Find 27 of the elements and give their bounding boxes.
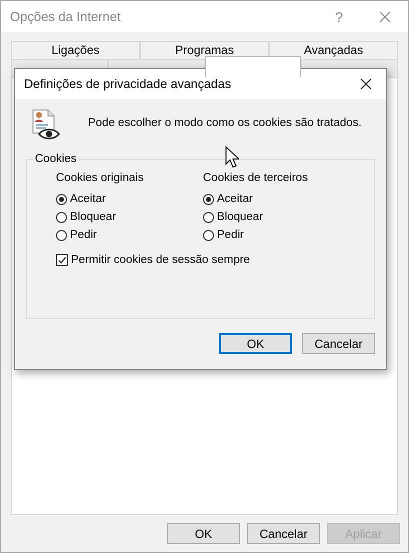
check-icon	[57, 254, 67, 266]
description-text: Pode escolher o modo como os cookies são tratados.	[88, 116, 362, 129]
radio-button[interactable]: Pedir	[203, 226, 244, 244]
mouse-pointer-icon	[225, 146, 239, 168]
column-heading: Cookies de terceiros	[203, 172, 309, 184]
radio-button[interactable]: Aceitar	[56, 190, 106, 208]
dialog-title: Definições de privacidade avançadas	[24, 77, 232, 91]
tab[interactable]: Ligações	[11, 41, 140, 59]
button[interactable]: Cancelar	[247, 523, 320, 544]
group-label: Cookies	[33, 153, 79, 165]
radio-button[interactable]: Bloquear	[56, 208, 116, 226]
button[interactable]: Cancelar	[302, 333, 375, 354]
button[interactable]: OK	[167, 523, 240, 544]
radio-button[interactable]: Bloquear	[203, 208, 264, 226]
column-heading: Cookies originais	[56, 172, 145, 184]
tab[interactable]: Avançadas	[269, 41, 398, 59]
radio-button[interactable]: Aceitar	[203, 190, 253, 208]
help-button[interactable]: ?	[316, 1, 362, 32]
window-title: Opções da Internet	[10, 9, 122, 24]
radio-button[interactable]: Pedir	[56, 226, 97, 244]
checkbox[interactable]: Permitir cookies de sessão sempre	[56, 251, 250, 269]
button[interactable]: OK	[219, 333, 292, 354]
document-eye-icon	[30, 109, 60, 141]
close-icon	[360, 78, 372, 90]
tab[interactable]	[204, 56, 302, 77]
close-icon	[379, 10, 391, 22]
tab[interactable]: Programas	[140, 41, 269, 59]
